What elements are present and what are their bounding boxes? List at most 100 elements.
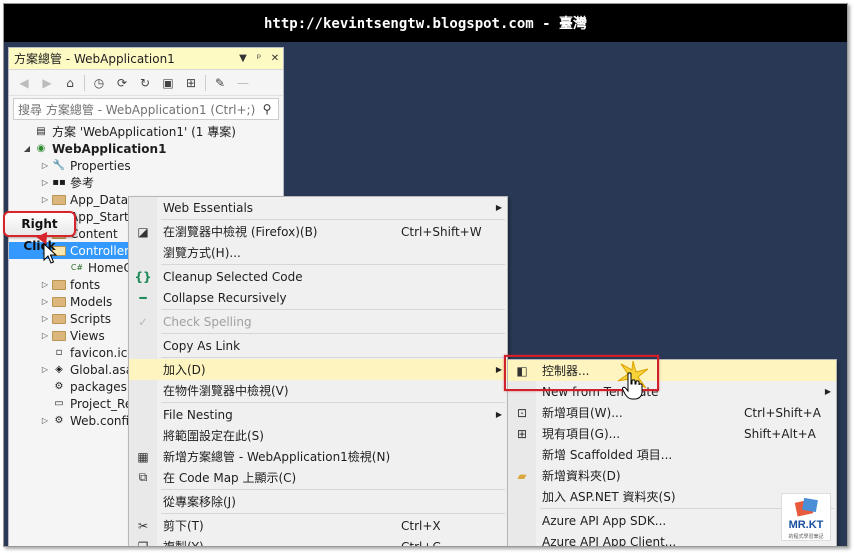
collapsed-arrow-icon[interactable]: ▷: [39, 314, 51, 323]
tree-item[interactable]: ▷ ▪▪ 參考: [9, 174, 283, 191]
folder-icon: [51, 312, 67, 326]
scissors-icon: ✂: [137, 518, 149, 533]
tree-item-label: Controllers: [70, 243, 136, 258]
menu-item[interactable]: {} Cleanup Selected Code: [129, 266, 507, 287]
preview-icon[interactable]: —: [234, 74, 252, 92]
html-file-icon: ▭: [54, 398, 64, 409]
menu-item-shortcut: Ctrl+C: [401, 539, 441, 547]
menu-item[interactable]: 在物件瀏覽器中檢視(V): [129, 380, 507, 401]
collapsed-arrow-icon[interactable]: ▷: [39, 331, 51, 340]
forward-icon[interactable]: ▶: [38, 74, 56, 92]
pin-icon[interactable]: ᵖ: [251, 53, 267, 64]
menu-item[interactable]: 新增 Scaffolded 項目...: [508, 444, 836, 465]
dash-icon: ━: [139, 290, 147, 305]
menu-item[interactable]: ✂ 剪下(T) Ctrl+X: [129, 515, 507, 536]
tree-item-label: 方案 'WebApplication1' (1 專案): [52, 125, 236, 139]
menu-item[interactable]: 將範圍設定在此(S): [129, 425, 507, 446]
tree-item-label: Web.config: [70, 413, 137, 428]
menu-item[interactable]: ━ Collapse Recursively: [129, 287, 507, 308]
menu-item-shortcut: Ctrl+Shift+A: [744, 405, 821, 420]
menu-item[interactable]: ⧉ 在 Code Map 上顯示(C): [129, 467, 507, 488]
menu-item[interactable]: ▰ 新增資料夾(D): [508, 465, 836, 486]
tree-item[interactable]: ▷ 🔧 Properties: [9, 157, 283, 174]
new-item-icon: ⊡: [516, 405, 528, 420]
menu-separator: [161, 489, 505, 490]
back-icon[interactable]: ◀: [15, 74, 33, 92]
collapsed-arrow-icon[interactable]: ▷: [39, 161, 51, 170]
folder-icon: [51, 295, 67, 309]
menu-item[interactable]: ⊡ 新增項目(W)... Ctrl+Shift+A: [508, 402, 836, 423]
search-box[interactable]: 搜尋 方案總管 - WebApplication1 (Ctrl+;) ⚲: [13, 98, 279, 120]
menu-item-label: Azure API App SDK...: [542, 513, 667, 528]
toolbar-separator: [84, 74, 85, 91]
screenshot-frame: http://kevintsengtw.blogspot.com - 臺灣 方案…: [3, 3, 848, 547]
collapsed-arrow-icon[interactable]: ▷: [39, 416, 51, 425]
menu-item[interactable]: ◪ 在瀏覽器中檢視 (Firefox)(B) Ctrl+Shift+W: [129, 221, 507, 242]
menu-item-label: Web Essentials: [163, 200, 254, 215]
menu-item[interactable]: 加入(D) ▶: [129, 359, 507, 380]
menu-item[interactable]: 從專案移除(J): [129, 491, 507, 512]
menu-item[interactable]: ▦ 新增方案總管 - WebApplication1檢視(N): [129, 446, 507, 467]
folder-shape: [52, 313, 66, 324]
refresh-icon[interactable]: ↻: [136, 74, 154, 92]
sync-icon[interactable]: ⟳: [113, 74, 131, 92]
solution-explorer-title: 方案總管 - WebApplication1: [14, 52, 175, 66]
menu-item[interactable]: ⊞ 現有項目(G)... Shift+Alt+A: [508, 423, 836, 444]
tree-item[interactable]: ◢ ◉ WebApplication1: [9, 140, 283, 157]
history-icon[interactable]: ◷: [90, 74, 108, 92]
menu-item-label: 剪下(T): [163, 519, 204, 533]
folder-shape: [52, 194, 66, 205]
menu-item[interactable]: Web Essentials ▶: [129, 197, 507, 218]
browser-icon: ◪: [137, 224, 149, 239]
copy-icon: ❐: [137, 539, 149, 547]
submenu-arrow-icon: ▶: [495, 410, 503, 419]
tree-item-label: favicon.ico: [70, 345, 135, 360]
new-view-icon: ▦: [137, 449, 149, 464]
hand-cursor-icon: [622, 372, 643, 400]
menu-item-label: 在物件瀏覽器中檢視(V): [163, 384, 289, 398]
window-position-icon[interactable]: ▼: [235, 53, 251, 64]
menu-item[interactable]: ❐ 複製(Y) Ctrl+C: [129, 536, 507, 547]
references-icon: ▪▪: [52, 177, 66, 188]
collapsed-arrow-icon[interactable]: ▷: [39, 178, 51, 187]
collapsed-arrow-icon[interactable]: ▷: [39, 365, 51, 374]
collapse-all-icon[interactable]: ▣: [159, 74, 177, 92]
menu-item[interactable]: File Nesting ▶: [129, 404, 507, 425]
tree-item-label: Content: [70, 226, 118, 241]
folder-icon: [51, 278, 67, 292]
show-all-files-icon[interactable]: ⊞: [182, 74, 200, 92]
new-folder-icon: ▰: [517, 468, 527, 483]
close-icon[interactable]: ✕: [267, 53, 283, 64]
collapsed-arrow-icon[interactable]: ▷: [39, 280, 51, 289]
menu-item: ✓ Check Spelling: [129, 311, 507, 332]
folder-shape: [52, 330, 66, 341]
file-icon: ▫: [55, 347, 63, 358]
mrkt-logo: MR.KT 的程式學習筆記: [781, 493, 831, 541]
global-icon: ◈: [55, 364, 63, 375]
context-menu: Web Essentials ▶ ◪ 在瀏覽器中檢視 (Firefox)(B) Ctrl…: [128, 196, 508, 547]
tree-item[interactable]: ▤ 方案 'WebApplication1' (1 專案): [9, 123, 283, 140]
menu-separator: [161, 402, 505, 403]
menu-separator: [161, 357, 505, 358]
tree-item-label: 參考: [70, 176, 95, 190]
home-icon[interactable]: ⌂: [61, 74, 79, 92]
menu-item[interactable]: 瀏覽方式(H)...: [129, 242, 507, 263]
collapsed-arrow-icon[interactable]: ▷: [39, 195, 51, 204]
menu-item-label: 新增 Scaffolded 項目...: [542, 448, 673, 462]
tree-item-label: WebApplication1: [52, 141, 167, 156]
menu-item[interactable]: Copy As Link: [129, 335, 507, 356]
mrkt-logo-image: [794, 497, 818, 517]
web-project-icon: ◉: [36, 143, 46, 154]
menu-item-shortcut: Ctrl+X: [401, 518, 441, 533]
menu-item-label: 新增資料夾(D): [542, 469, 621, 483]
expanded-arrow-icon[interactable]: ◢: [21, 144, 33, 153]
toolbar-separator: [205, 74, 206, 91]
search-icon[interactable]: ⚲: [256, 102, 278, 116]
collapsed-arrow-icon[interactable]: ▷: [39, 297, 51, 306]
solution-icon: ▤: [36, 126, 46, 137]
menu-item-label: 在瀏覽器中檢視 (Firefox)(B): [163, 225, 318, 239]
folder-shape: [52, 296, 66, 307]
menu-separator: [161, 309, 505, 310]
tree-item-label: fonts: [70, 277, 101, 292]
properties-icon[interactable]: ✎: [211, 74, 229, 92]
